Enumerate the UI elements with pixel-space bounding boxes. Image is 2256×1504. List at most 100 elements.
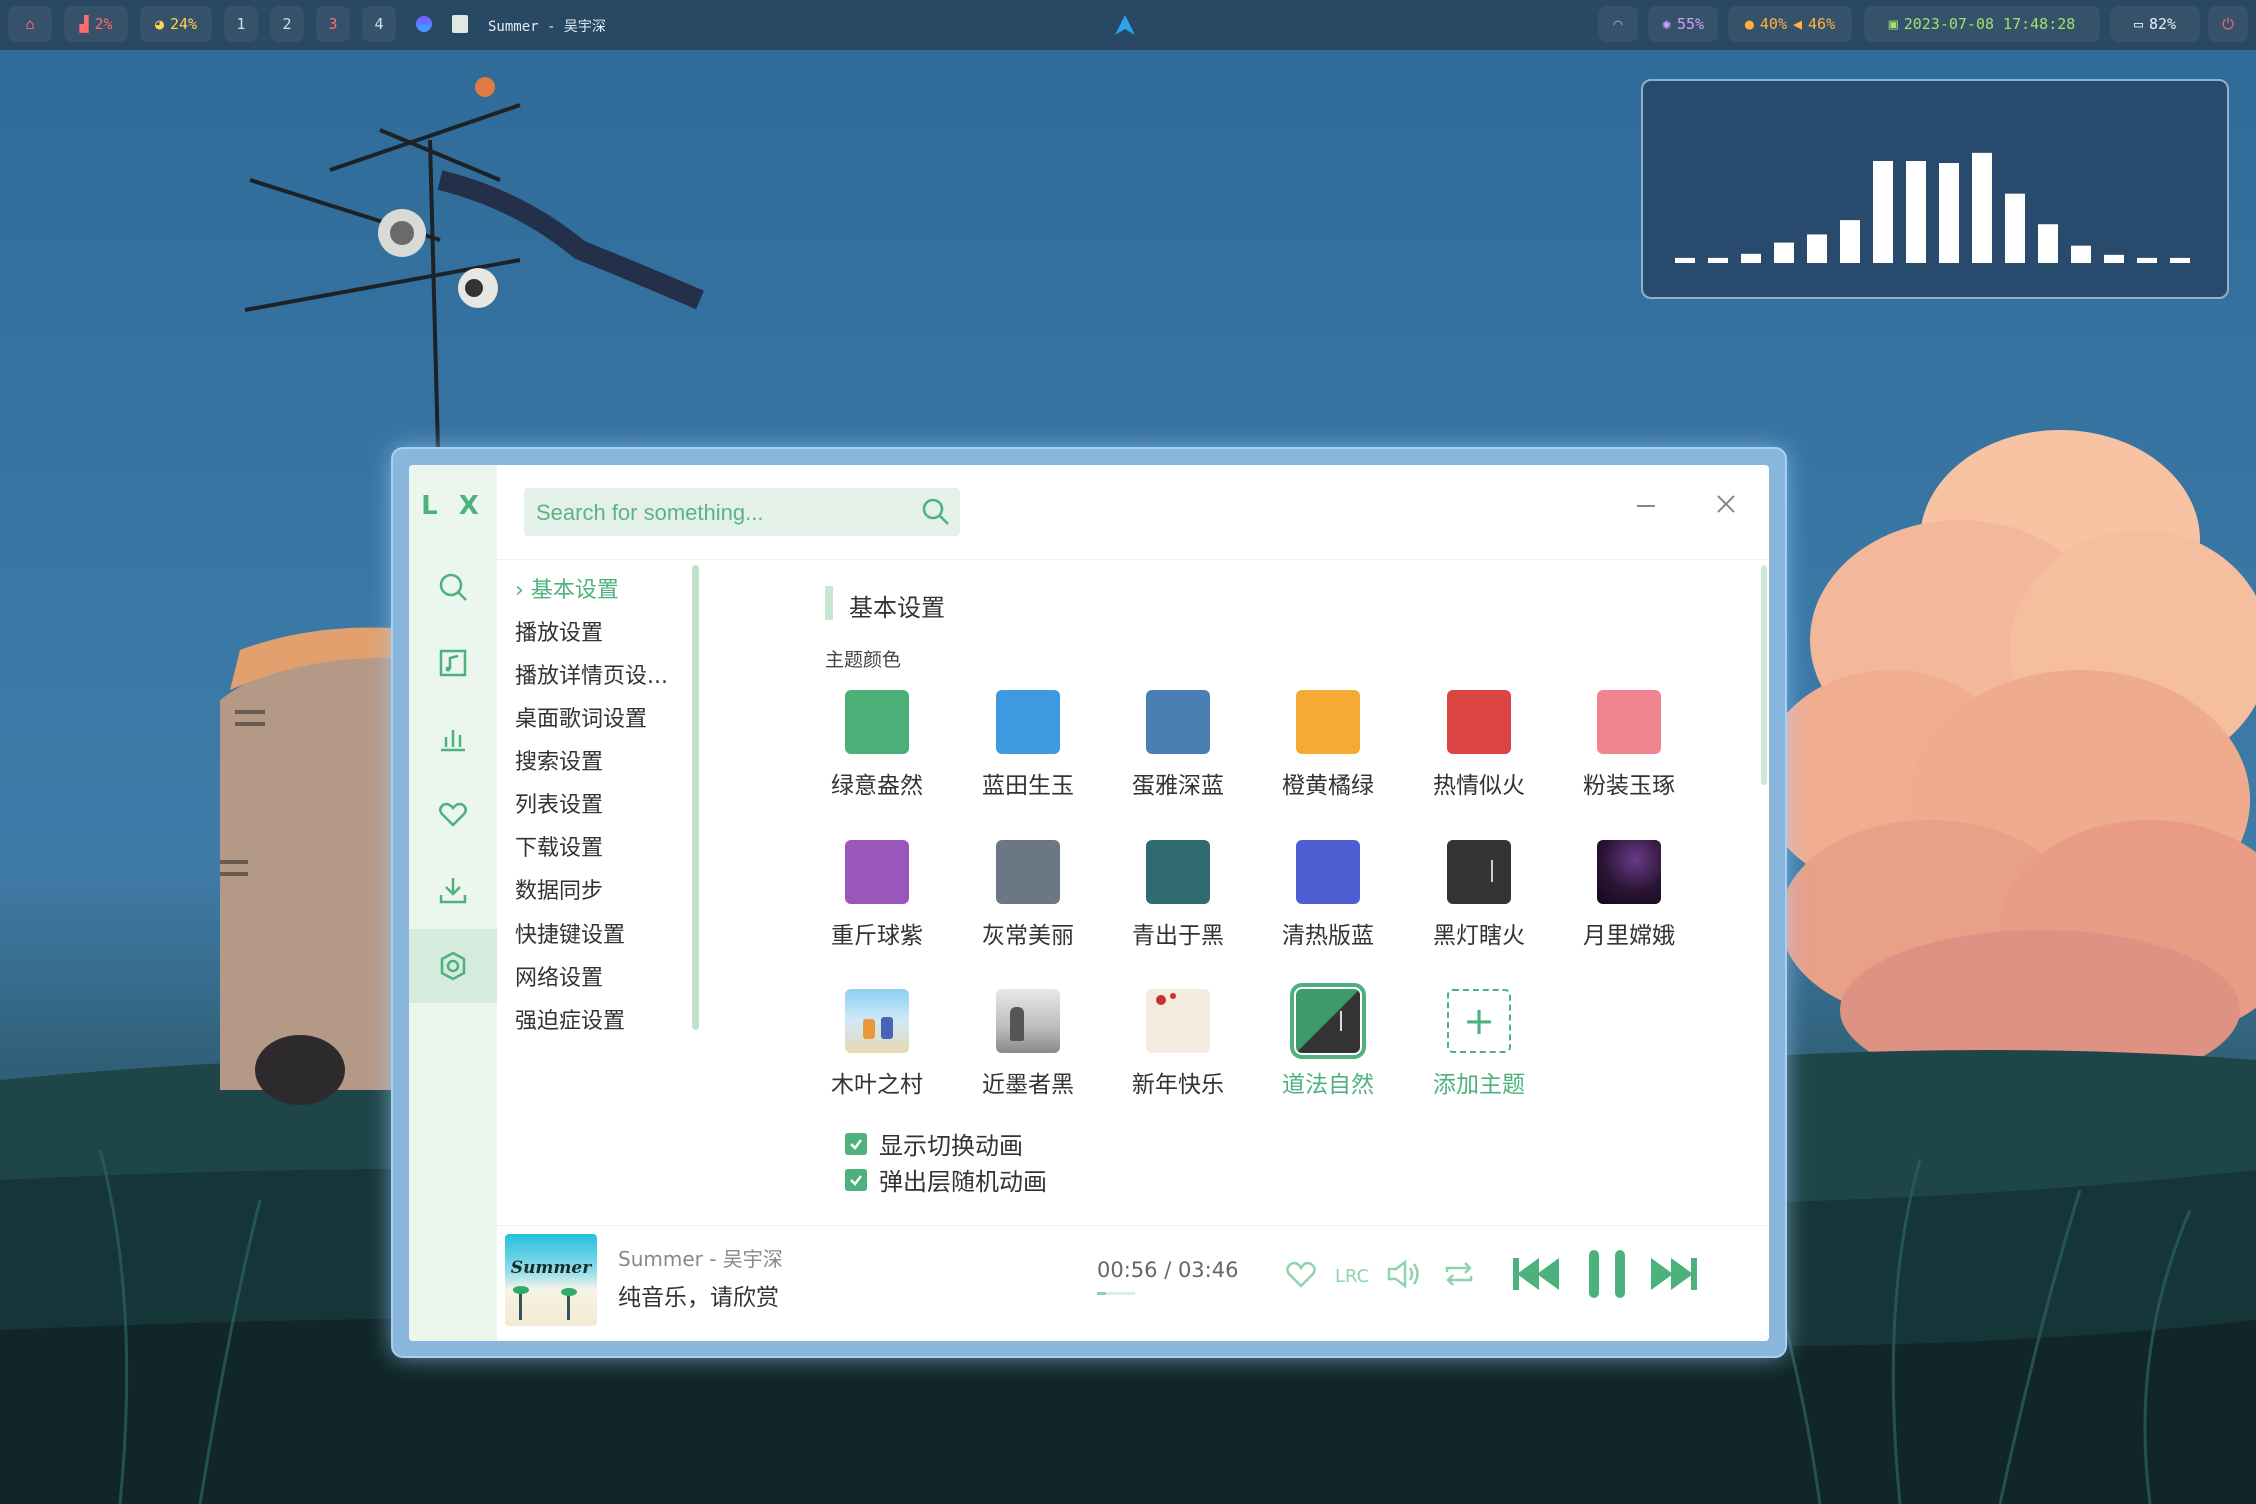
- checkbox-show-switch-animation[interactable]: 显示切换动画: [845, 1126, 1023, 1161]
- theme-ink[interactable]: 近墨者黑: [968, 989, 1088, 1099]
- theme-label: 蓝田生玉: [982, 773, 1074, 799]
- battery-widget[interactable]: ▭ 82%: [2110, 6, 2200, 42]
- theme-black[interactable]: 黑灯瞎火: [1419, 840, 1539, 950]
- visualizer-bar: [1807, 234, 1827, 263]
- search-icon[interactable]: [920, 496, 952, 528]
- clock-widget[interactable]: ▣ 2023-07-08 17:48:28: [1864, 6, 2100, 42]
- app-launcher-icon[interactable]: [416, 16, 432, 32]
- side-nav: L X: [409, 465, 497, 1341]
- menu-scrollbar[interactable]: [692, 565, 699, 1030]
- brightness-widget[interactable]: ✺ 55%: [1648, 6, 1718, 42]
- nav-song-list[interactable]: [409, 625, 497, 699]
- pause-icon[interactable]: [1579, 1246, 1635, 1302]
- checkbox-label: 显示切换动画: [879, 1132, 1023, 1160]
- menu-play-detail-settings[interactable]: 播放详情页设...: [515, 658, 668, 690]
- memory-widget[interactable]: ◕ 24%: [140, 6, 212, 42]
- theme-green[interactable]: 绿意盎然: [817, 690, 937, 800]
- workspace-3[interactable]: 3: [316, 6, 350, 42]
- lyric-icon[interactable]: LRC: [1333, 1256, 1373, 1292]
- menu-label: 列表设置: [515, 793, 604, 818]
- album-cover[interactable]: Summer: [505, 1234, 597, 1326]
- theme-new-year[interactable]: 新年快乐: [1118, 989, 1238, 1099]
- theme-red[interactable]: 热情似火: [1419, 690, 1539, 800]
- favorite-heart-icon[interactable]: [1283, 1256, 1319, 1292]
- menu-list-settings[interactable]: 列表设置: [515, 787, 603, 819]
- nav-download[interactable]: [409, 853, 497, 927]
- bar-chart-icon: [441, 730, 465, 752]
- music-app-icon[interactable]: [452, 15, 468, 33]
- previous-track-icon[interactable]: [1509, 1252, 1563, 1296]
- theme-swatch: [996, 840, 1060, 904]
- theme-swatch: [845, 840, 909, 904]
- arch-logo-icon[interactable]: [1114, 14, 1136, 36]
- workspace-label: 3: [328, 15, 338, 33]
- theme-teal[interactable]: 青出于黑: [1118, 840, 1238, 950]
- workspace-1[interactable]: 1: [224, 6, 258, 42]
- menu-desktop-lyric-settings[interactable]: 桌面歌词设置: [515, 701, 647, 733]
- brightness-value: 55%: [1676, 15, 1705, 33]
- menu-download-settings[interactable]: 下载设置: [515, 830, 603, 862]
- media-title[interactable]: Summer - 吴宇深: [488, 16, 606, 36]
- settings-icon: [440, 951, 466, 981]
- menu-play-settings[interactable]: 播放设置: [515, 615, 603, 647]
- repeat-icon[interactable]: [1441, 1256, 1477, 1292]
- add-theme-button[interactable]: + 添加主题: [1419, 989, 1539, 1099]
- visualizer-bar: [2005, 193, 2025, 263]
- menu-hotkey-settings[interactable]: 快捷键设置: [515, 917, 625, 949]
- checkbox-popup-random-animation[interactable]: 弹出层随机动画: [845, 1162, 1047, 1197]
- chevron-right-icon: ›: [515, 578, 524, 603]
- theme-purple[interactable]: 重斤球紫: [817, 840, 937, 950]
- search-icon: [439, 573, 467, 601]
- audio-widget[interactable]: ● 40% ◀ 46%: [1728, 6, 1852, 42]
- play-time: 00:56 / 03:46: [1097, 1258, 1239, 1282]
- theme-label: 热情似火: [1433, 773, 1525, 799]
- nav-settings[interactable]: [409, 929, 497, 1003]
- theme-orange[interactable]: 橙黄橘绿: [1268, 690, 1388, 800]
- menu-data-sync[interactable]: 数据同步: [515, 873, 603, 905]
- workspace-4[interactable]: 4: [362, 6, 396, 42]
- power-icon: ⏻: [2222, 15, 2234, 33]
- progress-bar[interactable]: [1097, 1292, 1135, 1295]
- theme-grey[interactable]: 灰常美丽: [968, 840, 1088, 950]
- wifi-icon: ◠: [1613, 15, 1623, 33]
- theme-indigo[interactable]: 清热版蓝: [1268, 840, 1388, 950]
- song-title[interactable]: Summer - 吴宇深: [618, 1243, 783, 1272]
- menu-label: 播放设置: [515, 621, 604, 646]
- theme-nature-selected[interactable]: 道法自然: [1268, 983, 1388, 1099]
- content-scrollbar[interactable]: [1761, 565, 1767, 785]
- checkbox-label: 弹出层随机动画: [879, 1168, 1047, 1196]
- volume-icon[interactable]: [1385, 1256, 1425, 1292]
- nav-leaderboard[interactable]: [409, 701, 497, 775]
- menu-label: 网络设置: [515, 966, 604, 991]
- search-input[interactable]: [534, 488, 908, 538]
- nav-search[interactable]: [409, 550, 497, 624]
- next-track-icon[interactable]: [1647, 1252, 1701, 1296]
- visualizer-bar: [2071, 245, 2091, 263]
- cpu-widget[interactable]: ▟ 2%: [64, 6, 128, 42]
- workspace-2[interactable]: 2: [270, 6, 304, 42]
- menu-network-settings[interactable]: 网络设置: [515, 960, 603, 992]
- theme-swatch: [996, 989, 1060, 1053]
- menu-basic-settings[interactable]: › 基本设置: [515, 572, 619, 604]
- home-icon: ⌂: [25, 15, 35, 33]
- wifi-widget[interactable]: ◠: [1598, 6, 1638, 42]
- theme-swatch: [1146, 690, 1210, 754]
- cpu-value: 2%: [94, 15, 113, 33]
- minimize-button[interactable]: [1631, 489, 1661, 519]
- home-button[interactable]: ⌂: [8, 6, 52, 42]
- search-box: [524, 488, 960, 538]
- menu-search-settings[interactable]: 搜索设置: [515, 744, 603, 776]
- menu-ocd-settings[interactable]: 强迫症设置: [515, 1003, 625, 1035]
- menu-label: 桌面歌词设置: [515, 707, 648, 732]
- theme-blue[interactable]: 蓝田生玉: [968, 690, 1088, 800]
- theme-label: 月里嫦娥: [1583, 923, 1675, 949]
- theme-moon[interactable]: 月里嫦娥: [1569, 840, 1689, 950]
- theme-naruto[interactable]: 木叶之村: [817, 989, 937, 1099]
- nav-favorites[interactable]: [409, 777, 497, 851]
- theme-pink[interactable]: 粉装玉琢: [1569, 690, 1689, 800]
- workspace-label: 2: [282, 15, 292, 33]
- theme-deep-blue[interactable]: 蛋雅深蓝: [1118, 690, 1238, 800]
- close-button[interactable]: [1711, 489, 1741, 519]
- settings-content: 基本设置 主题颜色 绿意盎然 蓝田生玉 蛋雅深蓝 橙黄橘绿 热情似火 粉装玉琢: [801, 560, 1751, 1225]
- power-button[interactable]: ⏻: [2208, 6, 2248, 42]
